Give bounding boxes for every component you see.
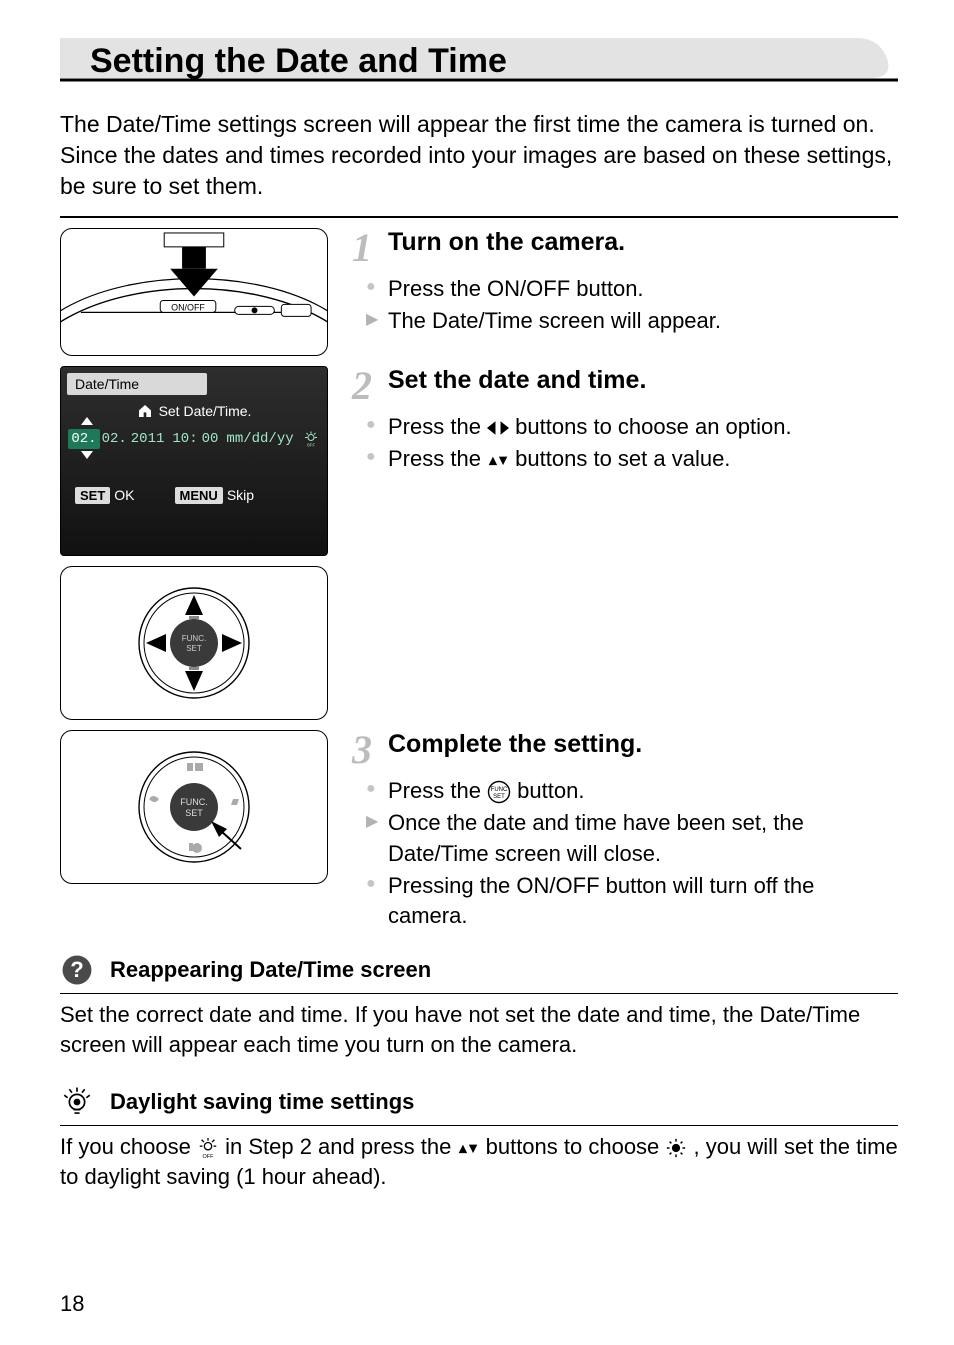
dt-minute: 00 [200,429,221,449]
step-number-3: 3 [352,730,382,770]
text: Press the [388,778,487,803]
step-3: FUNC. SET 3 Complete the setting. [60,730,898,933]
step1-bullet2: The Date/Time screen will appear. [388,306,898,337]
svg-text:SET: SET [493,794,505,800]
step-1: ON/OFF 1 Turn on the camera. P [60,228,898,356]
svg-text:FUNC: FUNC [491,787,508,793]
dt-month: 02. [68,429,99,449]
svg-text:OFF: OFF [307,443,315,449]
svg-text:OFF: OFF [202,1154,214,1159]
dt-hour: 10: [170,429,199,449]
section-title: Setting the Date and Time [90,42,507,81]
svg-text:SET: SET [186,644,202,653]
dt-header: Date/Time [67,373,207,395]
menu-tag: MENU [175,487,223,504]
svg-text:?: ? [70,957,84,982]
onoff-label: ON/OFF [171,303,205,313]
step3-bullet2: Once the date and time have been set, th… [388,808,898,870]
dst-off-icon: OFF [197,1137,219,1159]
text: Press the [388,414,487,439]
divider [60,993,898,994]
dt-menu-skip: MENUSkip [175,487,255,504]
step2-bullet1: Press the buttons to choose an option. [388,412,898,443]
section-title-bar: Setting the Date and Time [60,36,898,91]
dpad-arrows-illustration: FUNC. SET [60,566,328,720]
step-number-2: 2 [352,366,382,406]
step1-bullet1: Press the ON/OFF button. [388,274,898,305]
step-title-1: Turn on the camera. [388,228,625,257]
svg-text:FUNC.: FUNC. [182,634,206,643]
dt-format: mm/dd/yy [224,429,295,449]
step3-bullet1: Press the FUNCSET button. [388,776,898,807]
hint-bulb-icon [60,1085,94,1119]
text: buttons to choose [486,1134,666,1159]
question-icon: ? [60,953,94,987]
text: buttons to choose an option. [515,414,791,439]
dt-day: 02. [100,429,129,449]
left-right-icon [487,419,509,437]
text: button. [517,778,584,803]
manual-page: Setting the Date and Time The Date/Time … [0,0,954,1345]
step2-bullet2: Press the buttons to set a value. [388,444,898,475]
text: in Step 2 and press the [225,1134,457,1159]
text: If you choose [60,1134,197,1159]
subheading-label: Daylight saving time settings [110,1089,414,1115]
divider [60,216,898,218]
camera-top-illustration: ON/OFF [60,228,328,356]
divider [60,1125,898,1126]
date-time-screen-illustration: Date/Time Set Date/Time. 02. 02. 2011 10… [60,366,328,556]
up-down-icon [457,1139,479,1157]
skip-label: Skip [227,487,254,503]
set-tag: SET [75,487,110,504]
subheading-reappearing: ? Reappearing Date/Time screen [60,953,898,987]
home-icon [137,403,153,419]
ok-label: OK [114,487,134,503]
step-title-3: Complete the setting. [388,730,642,759]
step3-bullet3: Pressing the ON/OFF button will turn off… [388,871,898,933]
step-2: Date/Time Set Date/Time. 02. 02. 2011 10… [60,366,898,720]
svg-text:FUNC.: FUNC. [180,797,208,807]
subheading-dst: Daylight saving time settings [60,1085,898,1119]
subheading-label: Reappearing Date/Time screen [110,957,431,983]
func-set-icon: FUNCSET [487,780,511,804]
dt-set-ok: SETOK [75,487,135,504]
dt-year: 2011 [129,429,167,449]
text: buttons to set a value. [515,446,730,471]
step-title-2: Set the date and time. [388,366,646,395]
dt-values: 02. 02. 2011 10: 00 mm/dd/yy OFF [61,429,327,449]
sub2-body: If you choose OFF in Step 2 and press th… [60,1132,898,1193]
up-down-icon [487,451,509,469]
dpad-func-illustration: FUNC. SET [60,730,328,884]
intro-paragraph: The Date/Time settings screen will appea… [60,109,898,202]
page-number: 18 [60,1291,84,1317]
sub1-body: Set the correct date and time. If you ha… [60,1000,898,1061]
dst-on-icon [665,1137,687,1159]
dt-set-label: Set Date/Time. [159,403,252,419]
step-number-1: 1 [352,228,382,268]
svg-text:SET: SET [185,808,203,818]
text: Press the [388,446,487,471]
dst-off-icon: OFF [302,430,320,448]
